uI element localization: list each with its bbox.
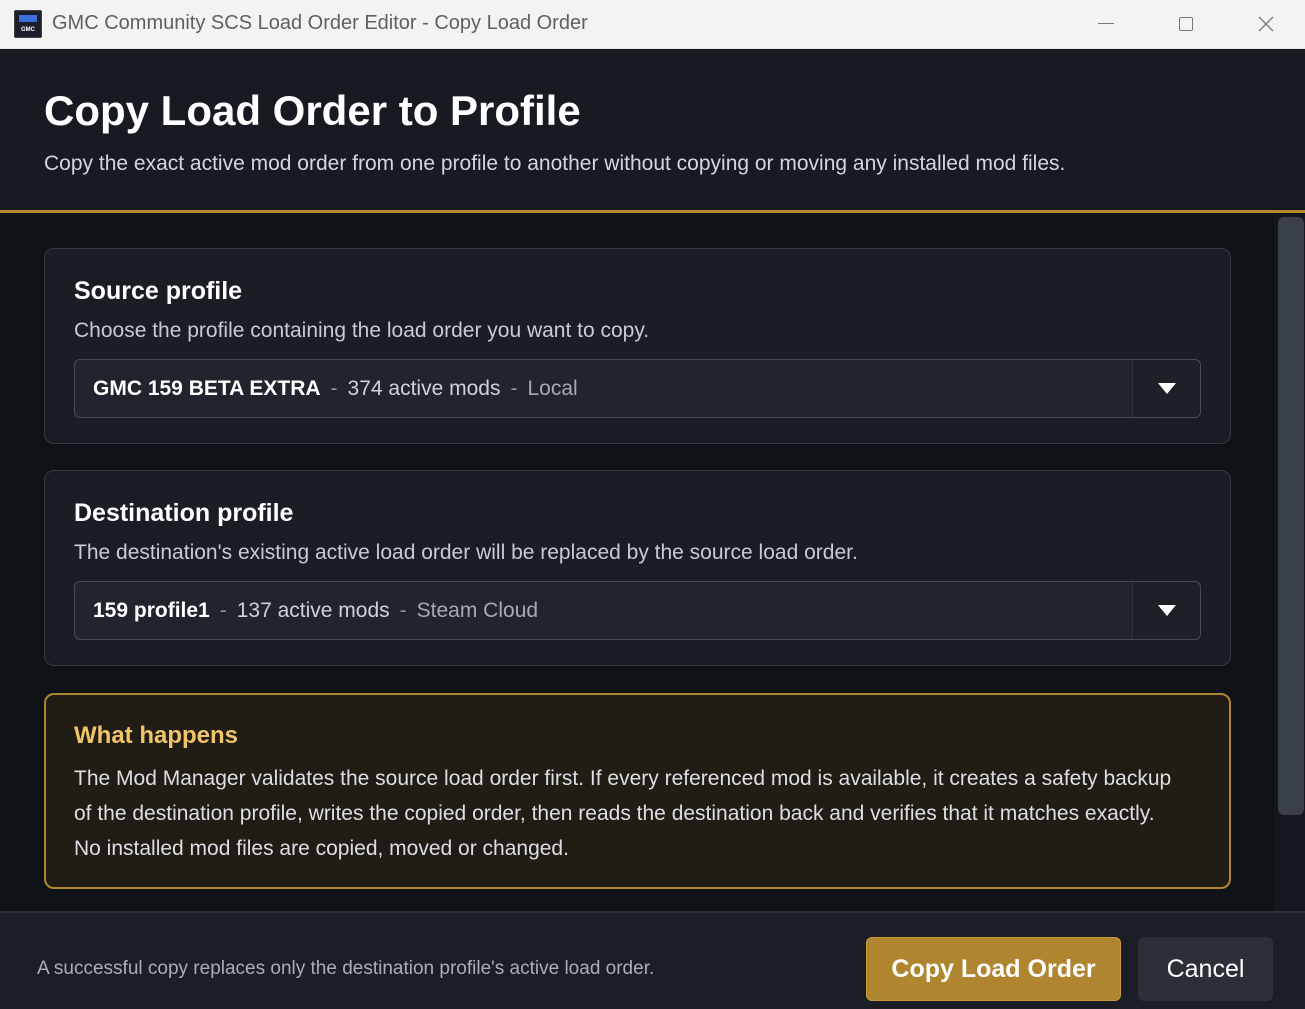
app-icon-label: GMC (21, 27, 35, 33)
what-happens-panel: What happens The Mod Manager validates t… (44, 693, 1231, 889)
separator: - (399, 599, 407, 622)
close-button[interactable] (1226, 0, 1305, 48)
dialog-footer: A successful copy replaces only the dest… (0, 911, 1305, 1009)
source-profile-selected: GMC 159 BETA EXTRA -374 active mods - Local (93, 377, 578, 401)
maximize-button[interactable] (1146, 0, 1226, 48)
destination-profile-description: The destination's existing active load o… (74, 541, 858, 564)
what-happens-text: The Mod Manager validates the source loa… (74, 767, 1172, 860)
source-profile-location: Local (527, 377, 578, 400)
cancel-button[interactable]: Cancel (1138, 937, 1273, 1001)
source-profile-description: Choose the profile containing the load o… (74, 319, 650, 342)
chevron-down-icon (1157, 605, 1176, 616)
app-icon-bar (19, 15, 37, 22)
source-profile-title: Source profile (74, 277, 243, 305)
page-title: Copy Load Order to Profile (44, 87, 581, 134)
destination-profile-mod-count: 137 active mods (236, 599, 390, 622)
content-area: Source profile Choose the profile contai… (0, 213, 1305, 911)
window-title: GMC Community SCS Load Order Editor - Co… (52, 12, 588, 34)
copy-load-order-button[interactable]: Copy Load Order (866, 937, 1121, 1001)
separator: - (219, 599, 227, 622)
destination-profile-title: Destination profile (74, 499, 294, 527)
source-dropdown-toggle[interactable] (1132, 360, 1200, 417)
title-bar[interactable]: GMC GMC Community SCS Load Order Editor … (0, 0, 1305, 49)
minimize-icon (1098, 22, 1114, 24)
destination-dropdown-toggle[interactable] (1132, 582, 1200, 639)
page-header: Copy Load Order to Profile Copy the exac… (0, 49, 1305, 213)
destination-profile-name: 159 profile1 (93, 599, 210, 622)
maximize-icon (1179, 17, 1193, 31)
scrollbar-thumb[interactable] (1278, 217, 1304, 815)
destination-profile-dropdown[interactable]: 159 profile1-137 active mods - Steam Cloud (74, 581, 1201, 640)
destination-profile-location: Steam Cloud (416, 599, 539, 622)
source-profile-mod-count: 374 active mods (347, 377, 501, 400)
page-subtitle: Copy the exact active mod order from one… (44, 152, 1066, 175)
minimize-button[interactable] (1066, 0, 1146, 48)
copy-load-order-window: GMC GMC Community SCS Load Order Editor … (0, 0, 1305, 1009)
vertical-scrollbar[interactable] (1274, 213, 1305, 911)
source-profile-dropdown[interactable]: GMC 159 BETA EXTRA -374 active mods - Local (74, 359, 1201, 418)
destination-profile-card: Destination profile The destination's ex… (44, 470, 1231, 666)
destination-profile-selected: 159 profile1-137 active mods - Steam Cloud (93, 599, 538, 623)
gmc-app-icon: GMC (14, 10, 42, 38)
separator: - (510, 377, 518, 400)
close-icon (1258, 16, 1274, 32)
footer-note: A successful copy replaces only the dest… (37, 958, 655, 979)
chevron-down-icon (1157, 383, 1176, 394)
what-happens-title: What happens (74, 722, 239, 749)
separator: - (330, 377, 338, 400)
source-profile-name: GMC 159 BETA EXTRA (93, 377, 321, 400)
source-profile-card: Source profile Choose the profile contai… (44, 248, 1231, 444)
